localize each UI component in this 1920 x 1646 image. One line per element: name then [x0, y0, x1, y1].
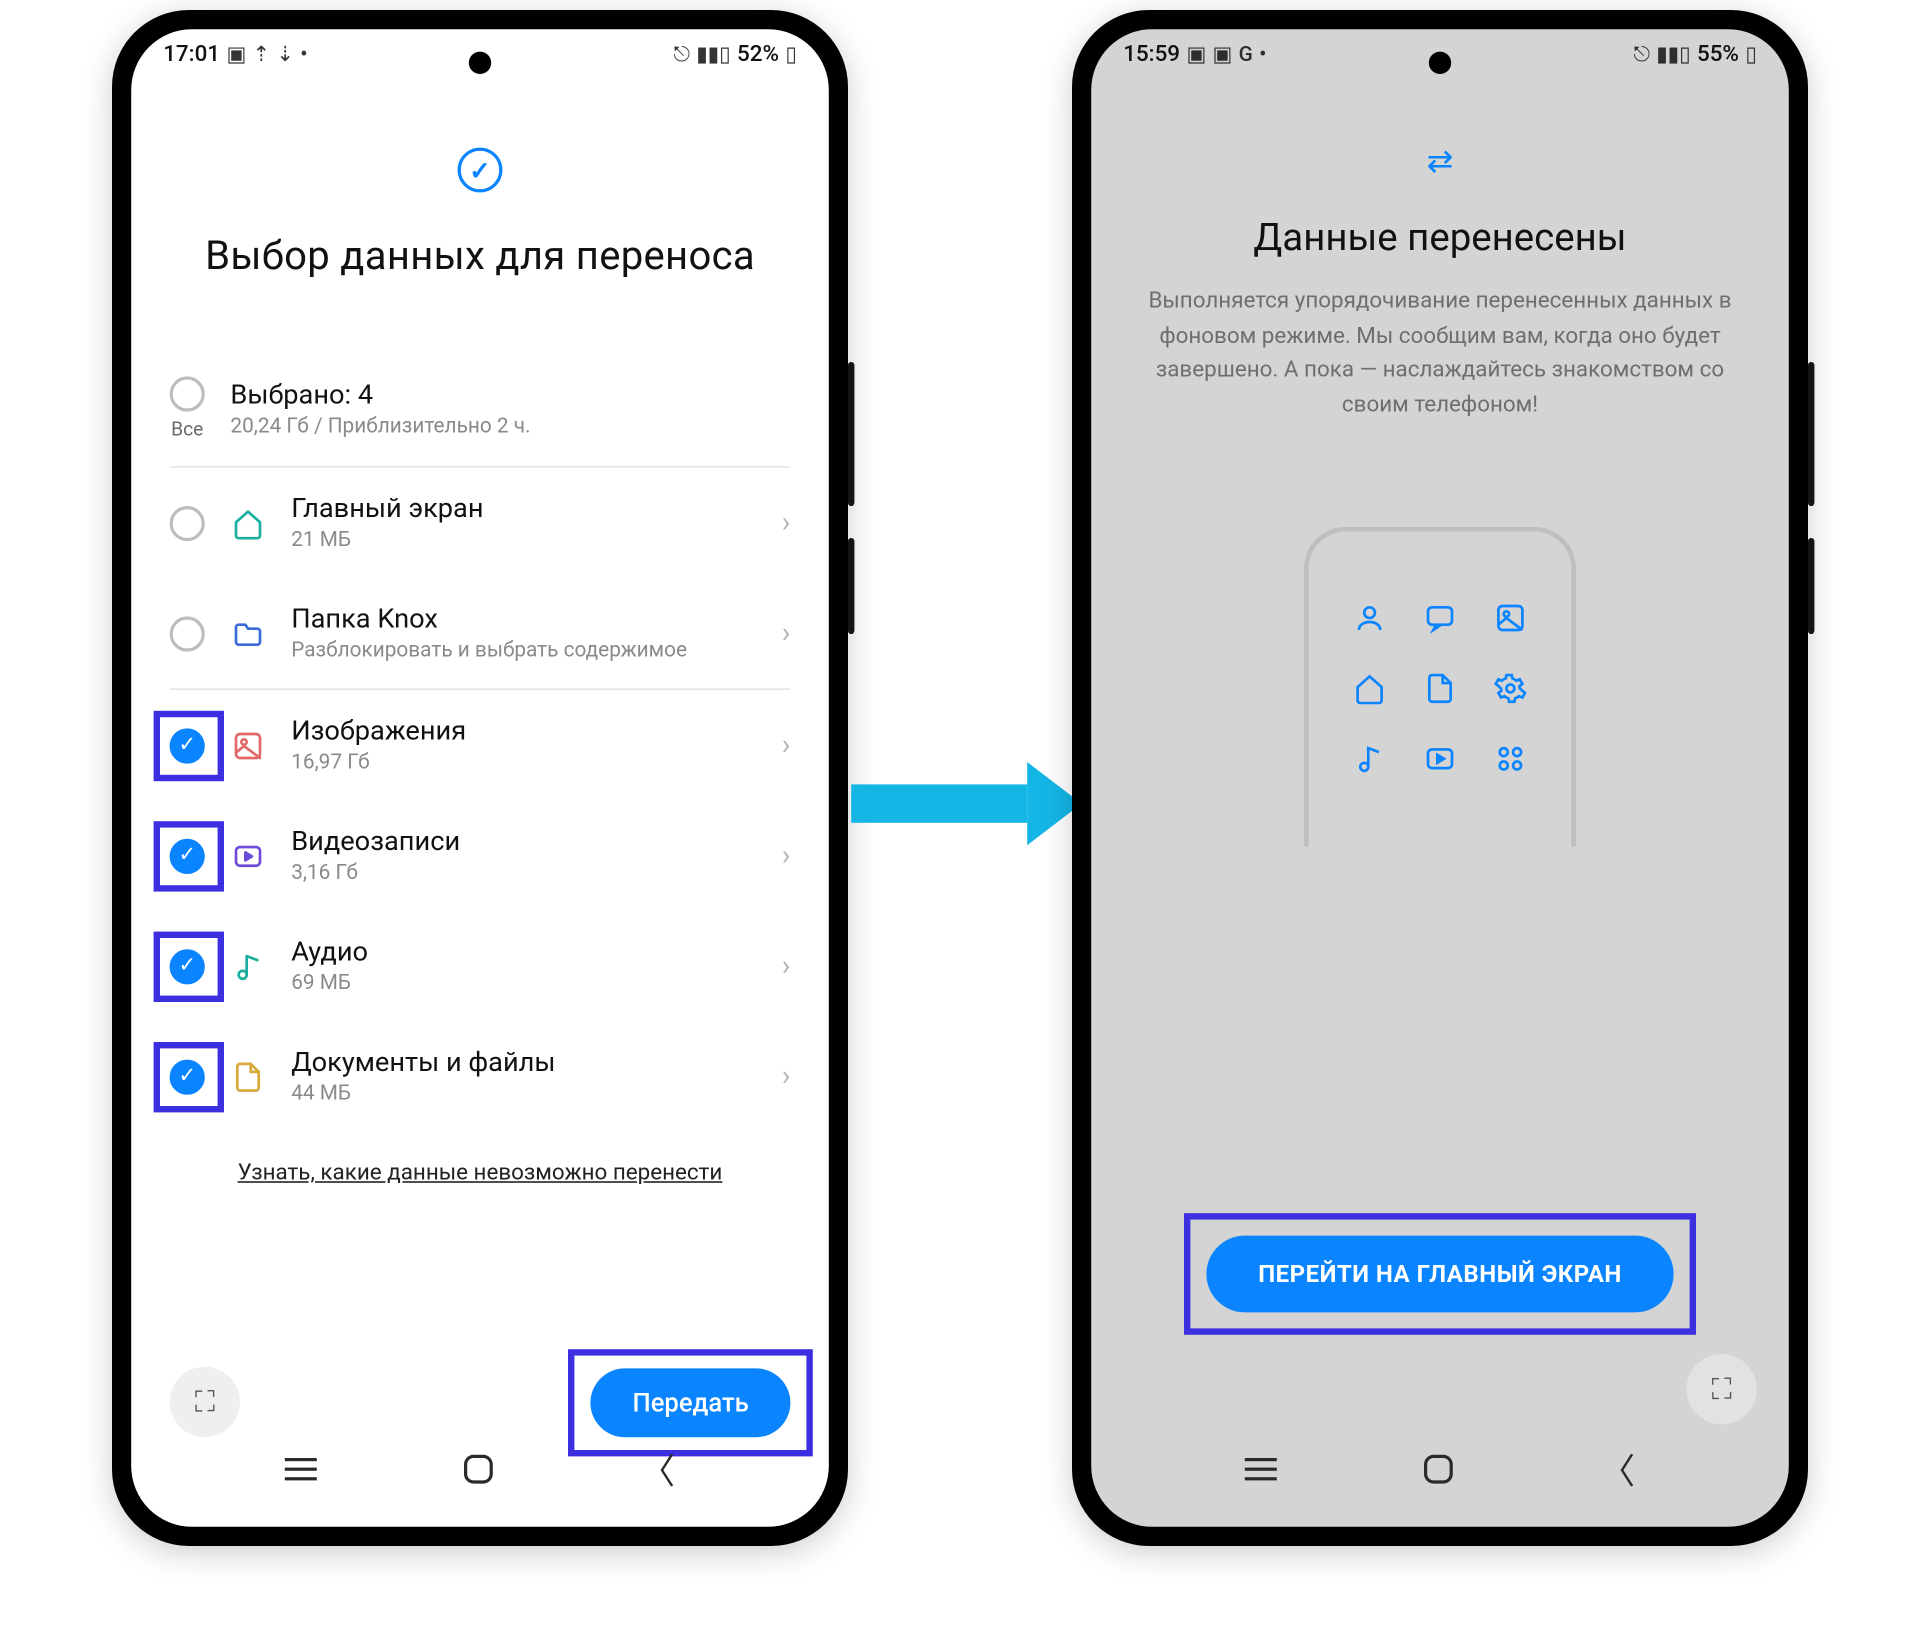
volte-icon: ⎋: [1633, 44, 1649, 65]
data-row[interactable]: ✓ Видеозаписи 3,16 Гб ›: [170, 800, 791, 910]
phone-right: 15:59 ▣ ▣ G • ⎋ ▮▮▯ 55% ▯ ⇄ Данные перен…: [1072, 10, 1808, 1546]
document-icon: [1416, 665, 1464, 713]
data-row[interactable]: ✓ Изображения 16,97 Гб ›: [170, 690, 791, 800]
select-all-checkbox[interactable]: [170, 376, 205, 411]
item-sub: 16,97 Гб: [291, 751, 756, 775]
camera-hole: [1429, 52, 1451, 74]
page-body: Выполняется упорядочивание перенесенных …: [1139, 285, 1741, 424]
home-icon: [1346, 665, 1394, 713]
item-title: Папка Knox: [291, 604, 756, 636]
go-home-button[interactable]: ПЕРЕЙТИ НА ГЛАВНЫЙ ЭКРАН: [1206, 1235, 1673, 1312]
camera-hole: [469, 52, 491, 74]
music-icon: [1346, 735, 1394, 783]
gallery-icon: ▣: [1186, 44, 1206, 65]
phone-illustration: [1304, 526, 1576, 846]
battery-text: 52%: [737, 42, 779, 68]
chevron-right-icon: ›: [782, 949, 791, 983]
item-checkbox[interactable]: ✓: [170, 1059, 205, 1094]
nav-home[interactable]: [1424, 1455, 1453, 1484]
home-icon: [230, 505, 265, 540]
header-check-icon: ✓: [458, 148, 503, 193]
upload-icon: ⇡: [253, 44, 270, 65]
doc-icon: [230, 1059, 265, 1094]
nav-recent[interactable]: [1245, 1458, 1277, 1480]
item-sub: 44 МБ: [291, 1082, 756, 1106]
android-navbar: 〈: [131, 1424, 829, 1514]
video-icon: [230, 838, 265, 873]
data-row[interactable]: Папка Knox Разблокировать и выбрать содер…: [170, 578, 791, 690]
phone-left: 17:01 ▣ ⇡ ⇣ • ⎋ ▮▮▯ 52% ▯ ✓ Выбор данных…: [112, 10, 848, 1546]
nav-recent[interactable]: [285, 1458, 317, 1480]
info-link[interactable]: Узнать, какие данные невозможно перенест…: [170, 1160, 791, 1186]
item-sub: 21 МБ: [291, 528, 756, 552]
status-time: 15:59: [1123, 42, 1180, 68]
folder-icon: [230, 616, 265, 651]
dot-icon: •: [1259, 44, 1266, 65]
image-icon: [1486, 594, 1534, 642]
contact-icon: [1346, 594, 1394, 642]
signal-icon: ▮▮▯: [1656, 44, 1690, 65]
apps-icon: [1486, 735, 1534, 783]
item-checkbox[interactable]: ✓: [170, 948, 205, 983]
nav-back[interactable]: 〈: [1600, 1444, 1635, 1495]
google-icon: G: [1239, 44, 1253, 65]
item-title: Главный экран: [291, 493, 756, 525]
select-all-label: Все: [170, 418, 205, 440]
signal-icon: ▮▮▯: [696, 44, 730, 65]
download-icon: ⇣: [276, 44, 293, 65]
item-title: Аудио: [291, 936, 756, 968]
data-row[interactable]: ✓ Аудио 69 МБ ›: [170, 911, 791, 1021]
app-icon: ▣: [1213, 44, 1233, 65]
chevron-right-icon: ›: [782, 728, 791, 762]
item-sub: 69 МБ: [291, 972, 756, 996]
nav-back[interactable]: 〈: [640, 1444, 675, 1495]
page-title: Выбор данных для переноса: [163, 234, 797, 280]
data-list: Все Выбрано: 4 20,24 Гб / Приблизительно…: [131, 296, 829, 1186]
video-icon: [1416, 735, 1464, 783]
transition-arrow-icon: [851, 762, 1081, 845]
status-time: 17:01: [163, 42, 220, 68]
item-title: Видеозаписи: [291, 826, 756, 858]
image-icon: [230, 728, 265, 763]
chevron-right-icon: ›: [782, 616, 791, 650]
item-title: Изображения: [291, 716, 756, 748]
item-checkbox[interactable]: ✓: [170, 838, 205, 873]
chevron-right-icon: ›: [782, 506, 791, 540]
nav-home[interactable]: [464, 1455, 493, 1484]
battery-icon: ▯: [785, 44, 796, 65]
item-checkbox[interactable]: ✓: [170, 728, 205, 763]
audio-icon: [230, 948, 265, 983]
item-checkbox[interactable]: [170, 505, 205, 540]
page-title: Данные перенесены: [1139, 215, 1741, 260]
transfer-icon: ⇄: [1427, 148, 1454, 174]
gallery-icon: ▣: [226, 44, 246, 65]
android-navbar: 〈: [1091, 1424, 1789, 1514]
dot-icon: •: [300, 44, 307, 65]
message-icon: [1416, 594, 1464, 642]
item-title: Документы и файлы: [291, 1047, 756, 1079]
data-row[interactable]: Главный экран 21 МБ ›: [170, 468, 791, 578]
item-sub: 3,16 Гб: [291, 861, 756, 885]
battery-text: 55%: [1697, 42, 1739, 68]
item-checkbox[interactable]: [170, 616, 205, 651]
volte-icon: ⎋: [673, 44, 689, 65]
settings-icon: [1486, 665, 1534, 713]
chevron-right-icon: ›: [782, 1060, 791, 1094]
scan-button[interactable]: ⛶: [1686, 1354, 1756, 1424]
header: ✓ Выбор данных для переноса: [131, 74, 829, 296]
data-row[interactable]: ✓ Документы и файлы 44 МБ ›: [170, 1021, 791, 1131]
scan-icon: ⛶: [195, 1385, 215, 1419]
row-select-all[interactable]: Все Выбрано: 4 20,24 Гб / Приблизительно…: [170, 351, 791, 468]
chevron-right-icon: ›: [782, 839, 791, 873]
scan-icon: ⛶: [1712, 1372, 1732, 1406]
selected-count: Выбрано: 4: [230, 379, 790, 411]
selected-summary: 20,24 Гб / Приблизительно 2 ч.: [230, 414, 790, 438]
battery-icon: ▯: [1745, 44, 1756, 65]
item-sub: Разблокировать и выбрать содержимое: [291, 639, 756, 663]
